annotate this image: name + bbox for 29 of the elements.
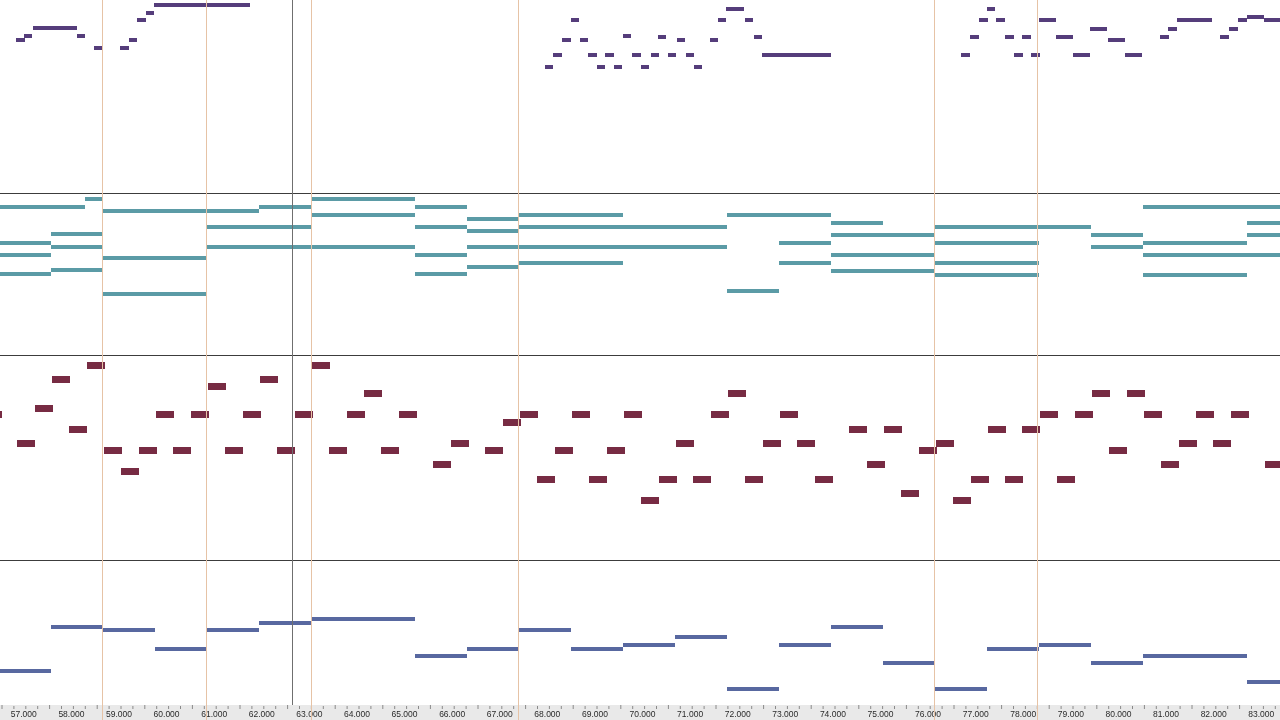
- playhead-line[interactable]: [292, 0, 293, 705]
- time-ruler[interactable]: 57.000 58.000 59.000 60.000 61.000 62.000 63.000 64.000 65.000 66.000 67.000 68.000 69.000 70.000 71.000 72.000 73.000 74.000 75.000 76.000 77.000 78.000 79.000 80.000 81.000 82.000 83.000: [0, 705, 1280, 720]
- time-label: 70.000: [629, 709, 656, 719]
- time-label: 83.000: [1248, 709, 1275, 719]
- time-label: 66.000: [439, 709, 466, 719]
- time-label: 76.000: [915, 709, 942, 719]
- time-label: 59.000: [106, 709, 132, 719]
- time-label: 77.000: [962, 709, 989, 719]
- time-label: 71.000: [677, 709, 704, 719]
- time-label: 80.000: [1105, 709, 1132, 719]
- time-label: 73.000: [772, 709, 799, 719]
- time-label: 64.000: [343, 709, 370, 719]
- time-label: 62.000: [248, 709, 275, 719]
- time-label: 67.000: [486, 709, 513, 719]
- time-label: 65.000: [391, 709, 418, 719]
- time-label: 74.000: [819, 709, 846, 719]
- time-label: 82.000: [1200, 709, 1227, 719]
- time-label: 79.000: [1057, 709, 1084, 719]
- time-label: 58.000: [58, 709, 85, 719]
- time-label: 72.000: [724, 709, 751, 719]
- time-label: 78.000: [1010, 709, 1037, 719]
- time-label: 69.000: [581, 709, 608, 719]
- time-label: 75.000: [867, 709, 894, 719]
- time-label: 57.000: [10, 709, 37, 719]
- time-label: 63.000: [296, 709, 323, 719]
- time-label: 60.000: [153, 709, 180, 719]
- time-label: 61.000: [201, 709, 228, 719]
- time-label: 68.000: [534, 709, 561, 719]
- time-label: 81.000: [1153, 709, 1180, 719]
